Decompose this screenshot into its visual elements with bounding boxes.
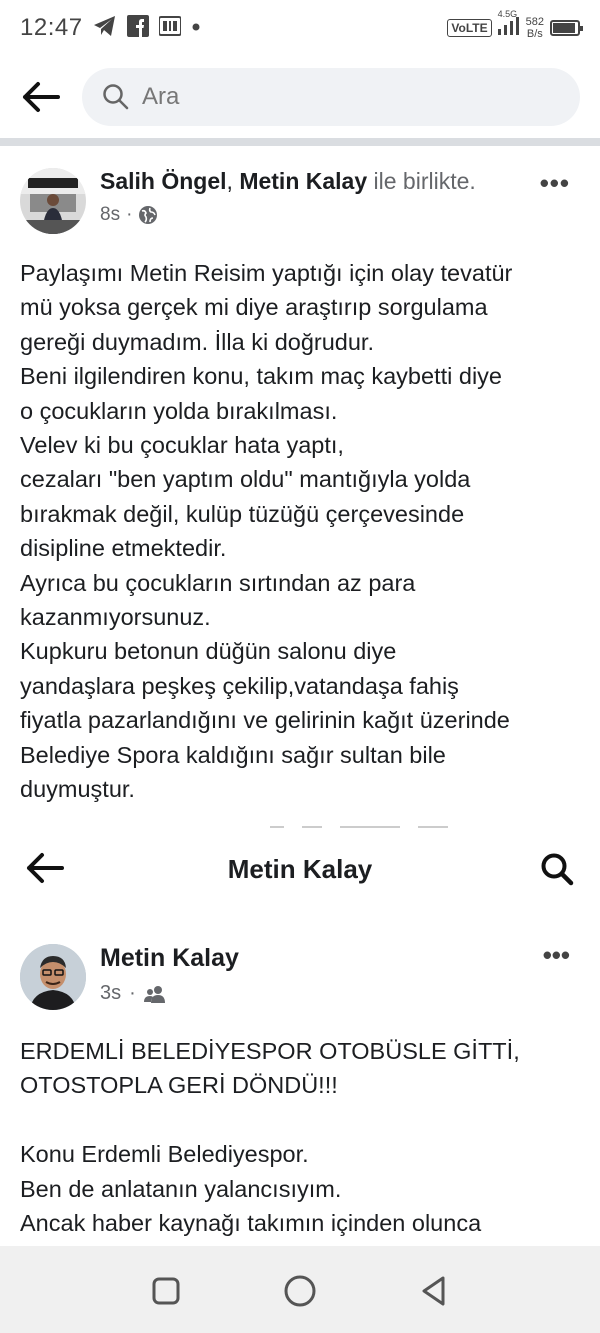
- post-line: Kupkuru betonun düğün salonu diye: [20, 638, 397, 665]
- recents-square-icon[interactable]: [151, 1276, 181, 1311]
- embed-post-meta: 3s ·: [100, 982, 166, 1005]
- author-separator: ,: [226, 168, 233, 194]
- embed-more-icon: •••: [542, 940, 570, 970]
- embed-body: ERDEMLİ BELEDİYESPOR OTOBÜSLE GİTTİ, OTO…: [20, 1034, 585, 1240]
- post-line: Paylaşımı Metin Reisim yaptığı için olay…: [20, 260, 513, 286]
- search-input[interactable]: Ara: [82, 68, 580, 126]
- section-divider: [0, 138, 600, 146]
- post-line: bırakmak değil, kulüp tüzüğü çerçevesind…: [20, 500, 465, 527]
- system-nav-bar: [0, 1254, 600, 1333]
- notification-icons: [93, 14, 201, 42]
- search-placeholder: Ara: [142, 83, 180, 110]
- embed-search-icon: [541, 853, 574, 886]
- post-timestamp[interactable]: 8s: [100, 204, 120, 226]
- status-time: 12:47: [20, 14, 83, 41]
- dot-icon: [191, 19, 201, 37]
- net-speed: 582 B/s: [526, 16, 544, 40]
- embed-author-name: Metin Kalay: [100, 944, 239, 972]
- embed-line: ERDEMLİ BELEDİYESPOR OTOBÜSLE GİTTİ,: [20, 1038, 520, 1064]
- back-triangle-icon[interactable]: [419, 1275, 449, 1312]
- embed-nav: Metin Kalay: [0, 842, 600, 898]
- net-speed-value: 582: [525, 16, 544, 28]
- embed-line: Ben de anlatanın yalancısıyım.: [20, 1175, 342, 1202]
- post-line: Velev ki bu çocuklar hata yaptı,: [20, 432, 344, 459]
- net-speed-unit: B/s: [526, 28, 543, 40]
- battery-icon: [550, 20, 583, 36]
- volte-badge: VoLTE: [447, 19, 492, 37]
- back-button[interactable]: [20, 76, 62, 118]
- post-line: mü yoksa gerçek mi diye araştırıp sorgul…: [20, 294, 488, 321]
- status-bar: 12:47 VoLTE 4.5G 582 B/s: [0, 0, 600, 56]
- home-circle-icon[interactable]: [283, 1274, 317, 1313]
- post-line: Belediye Spora kaldığını sağır sultan bi…: [20, 741, 446, 768]
- post-line: gereği duymadım. İlla ki doğrudur.: [20, 328, 374, 355]
- post-line: Ayrıca bu çocukların sırtından az para: [20, 569, 416, 596]
- embed-line: [20, 1103, 585, 1137]
- telegram-icon: [93, 15, 117, 42]
- post-line: cezaları "ben yaptım oldu" mantığıyla yo…: [20, 466, 471, 493]
- dot-separator: ·: [126, 204, 133, 225]
- post-more-button[interactable]: •••: [540, 168, 570, 199]
- embed-timestamp: 3s: [100, 982, 122, 1004]
- embed-avatar: [20, 944, 86, 1010]
- dot-separator: ·: [129, 982, 136, 1004]
- post-line: Beni ilgilendiren konu, takım maç kaybet…: [20, 363, 502, 390]
- status-right: VoLTE 4.5G 582 B/s: [447, 9, 583, 40]
- post-header: Salih Öngel, Metin Kalay ile birlikte. 8…: [0, 146, 600, 244]
- network-type-label: 4.5G: [497, 8, 518, 19]
- post: Salih Öngel, Metin Kalay ile birlikte. 8…: [0, 146, 600, 802]
- author-name-1[interactable]: Salih Öngel: [100, 168, 227, 194]
- search-icon: [103, 84, 129, 110]
- with-text: ile birlikte.: [373, 168, 476, 194]
- embed-top-fragment: [270, 815, 530, 828]
- embed-nav-title: Metin Kalay: [227, 854, 373, 884]
- post-body: Paylaşımı Metin Reisim yaptığı için olay…: [20, 256, 585, 807]
- battery-fill: [553, 23, 575, 33]
- embed-line: OTOSTOPLA GERİ DÖNDÜ!!!: [20, 1072, 338, 1099]
- post-line: disipline etmektedir.: [20, 535, 227, 562]
- search-header: Ara: [0, 58, 600, 136]
- back-arrow-icon: [23, 82, 60, 112]
- embed-line: Ancak haber kaynağı takımın içinden olun…: [20, 1210, 482, 1237]
- avatar[interactable]: [20, 168, 86, 234]
- signal-icon: 4.5G: [497, 9, 520, 40]
- post-line: kazanmıyorsunuz.: [20, 604, 211, 631]
- post-line: duymuştur.: [20, 776, 135, 803]
- embed-line: Konu Erdemli Belediyespor.: [20, 1141, 309, 1168]
- facebook-icon: [126, 14, 149, 42]
- embedded-screenshot[interactable]: Metin Kalay Metin Kalay 3s · ••• ERDEMLİ…: [0, 812, 600, 1266]
- post-line: fiyatla pazarlandığını ve gelirinin kağı…: [20, 707, 510, 734]
- post-author-line: Salih Öngel, Metin Kalay ile birlikte.: [100, 168, 476, 195]
- embed-post-header: Metin Kalay 3s · •••: [0, 936, 600, 1016]
- post-meta: 8s ·: [100, 204, 158, 226]
- author-name-2[interactable]: Metin Kalay: [239, 168, 367, 194]
- tv-icon: [157, 15, 182, 42]
- post-line: o çocukların yolda bırakılması.: [20, 397, 338, 424]
- post-line: yandaşlara peşkeş çekilip,vatandaşa fahi…: [20, 672, 459, 699]
- globe-icon: [139, 206, 158, 224]
- friends-icon: [143, 985, 165, 1003]
